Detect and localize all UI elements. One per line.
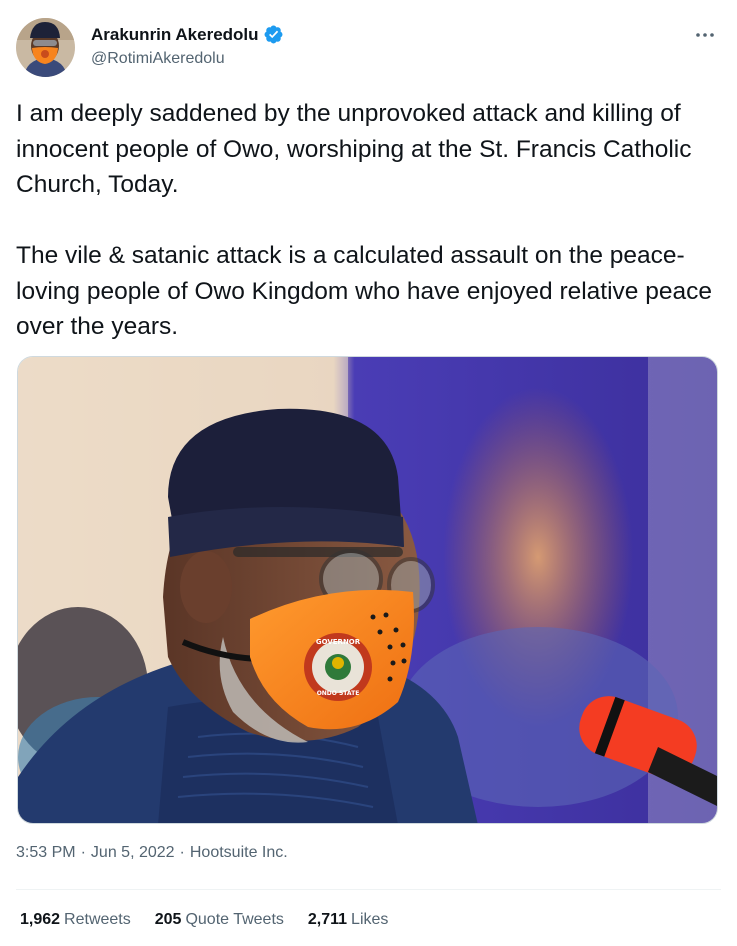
divider bbox=[16, 889, 721, 890]
stat-label: Quote Tweets bbox=[185, 911, 284, 928]
stat-count: 205 bbox=[154, 911, 182, 928]
mask-text-bottom: ONDO STATE bbox=[317, 690, 360, 697]
stat-label: Likes bbox=[351, 911, 389, 928]
tweet-stats: 1,962 Retweets 205 Quote Tweets 2,711 Likes bbox=[20, 911, 412, 929]
tweet: Arakunrin Akeredolu @RotimiAkeredolu I a… bbox=[0, 0, 737, 946]
more-horizontal-icon[interactable] bbox=[691, 24, 719, 46]
tweet-time[interactable]: 3:53 PM bbox=[16, 844, 76, 862]
tweet-paragraph: The vile & satanic attack is a calculate… bbox=[16, 242, 712, 340]
meta-separator: · bbox=[179, 844, 185, 861]
tweet-header: Arakunrin Akeredolu @RotimiAkeredolu bbox=[16, 14, 721, 78]
mask-text-top: GOVERNOR bbox=[316, 638, 361, 646]
stat-count: 2,711 bbox=[307, 911, 348, 928]
name-row: Arakunrin Akeredolu bbox=[91, 24, 284, 45]
tweet-date[interactable]: Jun 5, 2022 bbox=[91, 844, 175, 862]
stat-quote-tweets[interactable]: 205 Quote Tweets bbox=[155, 911, 284, 929]
tweet-paragraph: I am deeply saddened by the unprovoked a… bbox=[16, 100, 692, 198]
tweet-meta: 3:53 PM · Jun 5, 2022 · Hootsuite Inc. bbox=[16, 844, 288, 862]
display-name[interactable]: Arakunrin Akeredolu bbox=[91, 25, 259, 45]
tweet-photo[interactable]: GOVERNOR ONDO STATE bbox=[17, 356, 718, 824]
stat-label: Retweets bbox=[64, 911, 131, 928]
stat-likes[interactable]: 2,711 Likes bbox=[308, 911, 389, 929]
handle[interactable]: @RotimiAkeredolu bbox=[91, 50, 225, 68]
stat-retweets[interactable]: 1,962 Retweets bbox=[20, 911, 131, 929]
avatar[interactable] bbox=[16, 18, 75, 77]
tweet-source[interactable]: Hootsuite Inc. bbox=[190, 844, 288, 862]
stat-count: 1,962 bbox=[20, 911, 61, 928]
verified-badge-icon bbox=[263, 24, 284, 45]
tweet-text: I am deeply saddened by the unprovoked a… bbox=[16, 96, 721, 345]
meta-separator: · bbox=[80, 844, 86, 861]
